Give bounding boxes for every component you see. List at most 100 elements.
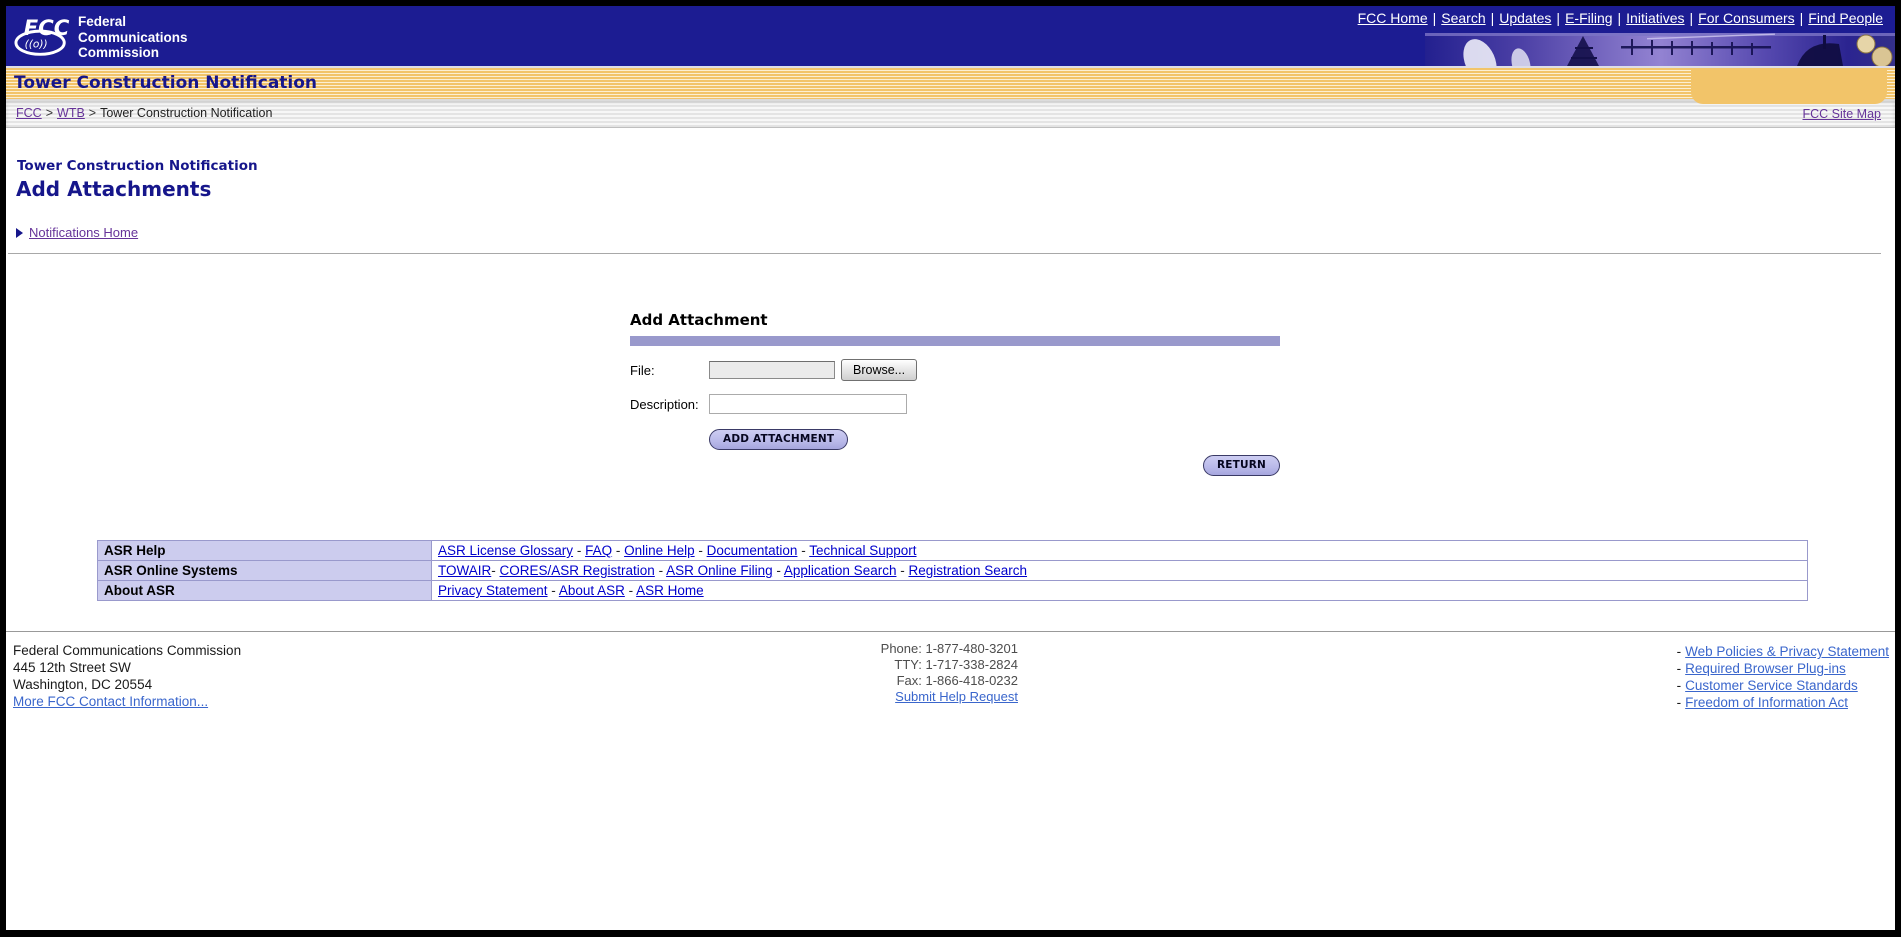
notifications-home-link[interactable]: Notifications Home	[29, 225, 138, 240]
add-button-row: ADD ATTACHMENT	[630, 429, 1280, 450]
form-title: Add Attachment	[630, 311, 768, 329]
footer-address-line: 445 12th Street SW	[13, 659, 131, 675]
communications-equipment-image	[1425, 33, 1895, 66]
breadcrumb-separator: >	[88, 106, 97, 120]
footer-policy-row: - Required Browser Plug-ins	[1677, 660, 1889, 677]
footer-link-customer-service-standards[interactable]: Customer Service Standards	[1685, 678, 1858, 693]
footer-policy-row: - Freedom of Information Act	[1677, 694, 1889, 711]
link-towair[interactable]: TOWAIR	[438, 563, 491, 578]
link-faq[interactable]: FAQ	[585, 543, 612, 558]
fcc-site-map-link[interactable]: FCC Site Map	[1803, 101, 1882, 127]
breadcrumb: FCC > WTB > Tower Construction Notification …	[6, 99, 1895, 128]
fcc-logo-fcc-text: FCC	[24, 16, 70, 41]
link-documentation[interactable]: Documentation	[707, 543, 798, 558]
footer: Federal Communications Commission 445 12t…	[6, 631, 1895, 721]
nav-separator: |	[1432, 10, 1437, 26]
breadcrumb-link-fcc[interactable]: FCC	[16, 106, 42, 120]
return-button[interactable]: RETURN	[1202, 455, 1280, 476]
logo-line: Federal	[78, 14, 127, 29]
add-attachment-button[interactable]: ADD ATTACHMENT	[709, 429, 849, 450]
asr-help-table: ASR Help ASR License Glossary - FAQ - Onl…	[97, 540, 1808, 601]
fcc-logo[interactable]: ((o)) FCC Federal Communications Commiss…	[14, 11, 188, 61]
description-label: Description:	[630, 396, 699, 412]
link-separator: -	[624, 583, 637, 598]
link-registration-search[interactable]: Registration Search	[908, 563, 1027, 578]
breadcrumb-current: Tower Construction Notification	[100, 106, 273, 120]
link-asr-online-filing[interactable]: ASR Online Filing	[666, 563, 773, 578]
help-table-category: ASR Online Systems	[97, 560, 432, 581]
help-table-row-asr-online-systems: ASR Online Systems TOWAIR - CORES/ASR Regi…	[97, 560, 1808, 581]
policy-dash: -	[1676, 661, 1682, 677]
help-table-links: Privacy Statement - About ASR - ASR Home	[431, 580, 1808, 601]
file-label: File:	[630, 362, 655, 378]
link-separator: -	[896, 563, 909, 578]
fcc-logo-icon: ((o)) FCC	[14, 16, 70, 56]
arrow-bullet-icon	[16, 227, 23, 238]
header-nav-link-find-people[interactable]: Find People	[1808, 10, 1883, 26]
link-separator: -	[573, 543, 586, 558]
policy-dash: -	[1676, 678, 1682, 694]
banner-tab-decoration	[1691, 68, 1887, 104]
link-online-help[interactable]: Online Help	[624, 543, 695, 558]
header-nav-link-search[interactable]: Search	[1441, 10, 1485, 26]
footer-link-web-policies-privacy-statement[interactable]: Web Policies & Privacy Statement	[1685, 644, 1889, 659]
description-input[interactable]	[709, 394, 907, 414]
footer-phone: Phone: 1-877-480-3201	[880, 641, 1018, 656]
footer-link-freedom-of-information-act[interactable]: Freedom of Information Act	[1685, 695, 1848, 710]
help-table-row-asr-help: ASR Help ASR License Glossary - FAQ - Onl…	[97, 540, 1808, 561]
header-nav-link-fcc-home[interactable]: FCC Home	[1358, 10, 1428, 26]
footer-policy-row: - Web Policies & Privacy Statement	[1677, 643, 1889, 660]
policy-dash: -	[1676, 644, 1682, 659]
link-cores-asr-registration[interactable]: CORES/ASR Registration	[500, 563, 655, 578]
section-banner: Tower Construction Notification	[6, 66, 1895, 104]
help-table-category: About ASR	[97, 580, 432, 601]
header-decorative-image	[1425, 33, 1895, 66]
link-about-asr[interactable]: About ASR	[559, 583, 625, 598]
footer-fax: Fax: 1-866-418-0232	[896, 672, 1018, 688]
footer-address-lines: Federal Communications Commission 445 12t…	[13, 643, 241, 694]
header-nav-link-initiatives[interactable]: Initiatives	[1626, 10, 1684, 26]
policy-dash: -	[1676, 695, 1682, 711]
help-table-links: TOWAIR - CORES/ASR Registration - ASR Onl…	[431, 560, 1808, 581]
breadcrumb-separator: >	[45, 106, 54, 120]
header-nav-link-updates[interactable]: Updates	[1499, 10, 1551, 26]
link-separator: -	[797, 543, 810, 558]
breadcrumb-link-wtb[interactable]: WTB	[57, 106, 85, 120]
footer-address-line: Federal Communications Commission	[13, 643, 242, 658]
site-header: ((o)) FCC Federal Communications Commiss…	[6, 6, 1895, 66]
nav-separator: |	[1617, 10, 1622, 26]
link-separator: -	[654, 563, 667, 578]
header-nav: FCC Home | Search | Updates | E-Filing | Initiat…	[1358, 10, 1883, 26]
file-input[interactable]	[709, 361, 835, 379]
nav-separator: |	[1689, 10, 1694, 26]
link-privacy-statement[interactable]: Privacy Statement	[438, 583, 548, 598]
banner-title: Tower Construction Notification	[14, 73, 318, 93]
header-nav-link-for-consumers[interactable]: For Consumers	[1698, 10, 1794, 26]
help-table-links: ASR License Glossary - FAQ - Online Help…	[431, 540, 1808, 561]
logo-line: Commission	[78, 45, 160, 61]
more-fcc-contact-link[interactable]: More FCC Contact Information...	[13, 694, 208, 709]
link-application-search[interactable]: Application Search	[784, 563, 897, 578]
footer-address-line: Washington, DC 20554	[13, 676, 153, 692]
browse-button[interactable]: Browse...	[841, 359, 918, 381]
notifications-home-row: Notifications Home	[16, 225, 1895, 240]
submit-help-request-link[interactable]: Submit Help Request	[895, 689, 1018, 704]
help-table-category: ASR Help	[97, 540, 432, 561]
nav-separator: |	[1490, 10, 1495, 26]
header-nav-link-e-filing[interactable]: E-Filing	[1565, 10, 1612, 26]
return-button-row: RETURN	[630, 455, 1280, 476]
horizontal-divider	[8, 253, 1881, 254]
logo-line: Communications	[78, 29, 188, 45]
link-technical-support[interactable]: Technical Support	[809, 543, 916, 558]
link-separator: -	[612, 543, 625, 558]
add-attachment-form: Add Attachment File: Browse... Descripti…	[630, 311, 1280, 476]
footer-policy-links: - Web Policies & Privacy Statement - Requir…	[1677, 643, 1889, 712]
footer-policy-row: - Customer Service Standards	[1677, 677, 1889, 694]
link-separator: -	[547, 583, 559, 598]
footer-link-required-browser-plug-ins[interactable]: Required Browser Plug-ins	[1685, 661, 1846, 676]
page-title: Add Attachments	[16, 177, 212, 201]
link-asr-home[interactable]: ASR Home	[636, 583, 704, 598]
file-row: File: Browse...	[630, 359, 1280, 381]
page-subtitle: Tower Construction Notification	[17, 158, 258, 174]
link-asr-license-glossary[interactable]: ASR License Glossary	[438, 543, 573, 558]
